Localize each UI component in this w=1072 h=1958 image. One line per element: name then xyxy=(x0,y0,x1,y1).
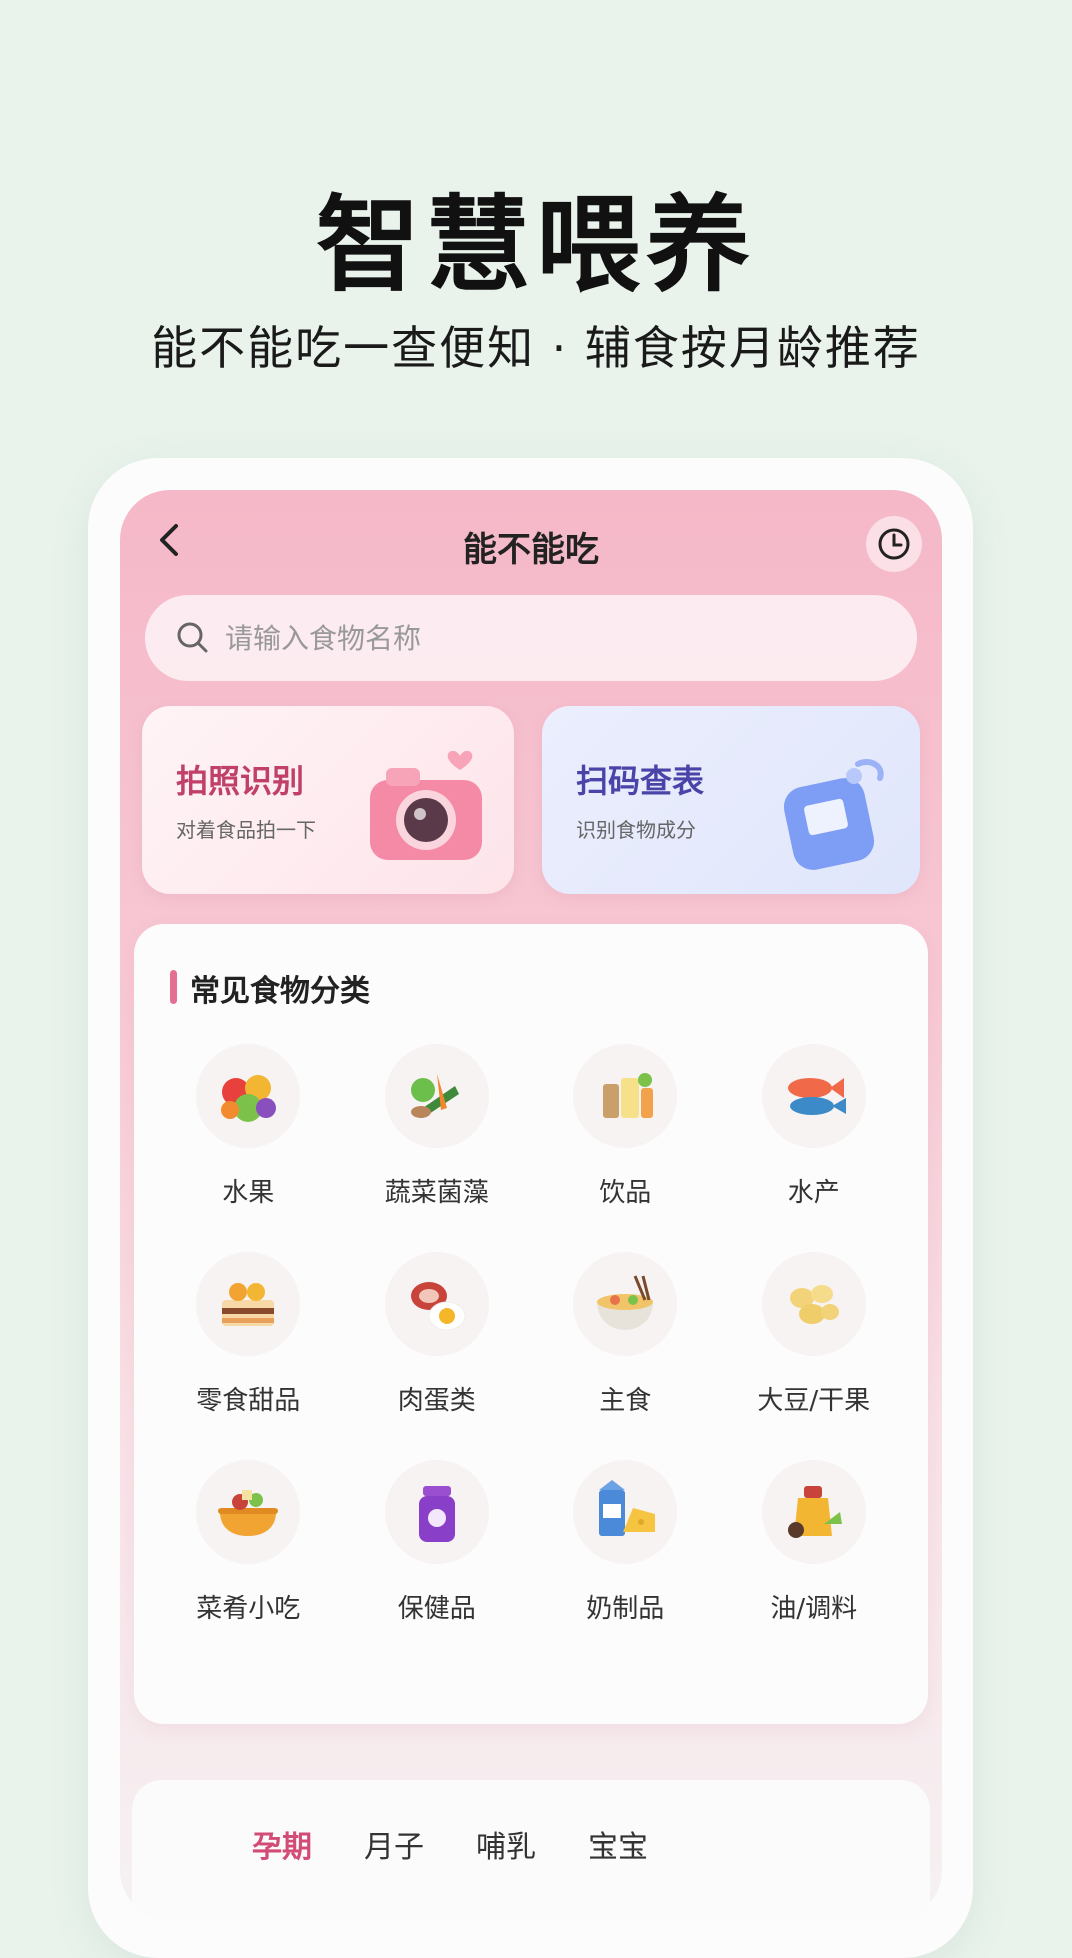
category-dairy[interactable]: 奶制品 xyxy=(531,1460,720,1624)
clock-icon xyxy=(878,528,910,560)
meat-egg-icon xyxy=(410,1282,466,1331)
category-supplements[interactable]: 保健品 xyxy=(343,1460,532,1624)
milk-cheese-icon xyxy=(599,1480,656,1536)
stage-tabs: 孕期 月子 哺乳 宝宝 xyxy=(132,1780,930,1920)
camera-icon xyxy=(370,750,482,860)
category-staple[interactable]: 主食 xyxy=(531,1252,720,1416)
category-label: 水果 xyxy=(222,1178,275,1208)
search-icon xyxy=(177,622,208,653)
category-beans-nuts[interactable]: 大豆/干果 xyxy=(720,1252,909,1416)
photo-card-subtitle: 对着食品拍一下 xyxy=(176,818,316,842)
tab-baby[interactable]: 宝宝 xyxy=(588,1822,648,1866)
tab-pregnancy[interactable]: 孕期 xyxy=(252,1822,312,1866)
category-label: 饮品 xyxy=(599,1178,652,1208)
cake-icon xyxy=(222,1283,275,1326)
category-oil-seasoning[interactable]: 油/调料 xyxy=(720,1460,909,1624)
category-label: 菜肴小吃 xyxy=(196,1594,301,1624)
hotpot-icon xyxy=(218,1490,279,1536)
category-label: 保健品 xyxy=(397,1594,476,1624)
navbar: 能不能吃 xyxy=(120,490,942,590)
noodle-bowl-icon xyxy=(597,1275,654,1330)
vegetable-icon xyxy=(410,1074,459,1118)
category-label: 油/调料 xyxy=(770,1594,858,1624)
category-seafood[interactable]: 水产 xyxy=(720,1044,909,1208)
app-screen: 能不能吃 拍照识别 对着食品拍一下 扫码查表 识别食物成分 xyxy=(120,490,942,1920)
photo-card-title: 拍照识别 xyxy=(176,762,305,800)
scan-lookup-card[interactable]: 扫码查表 识别食物成分 xyxy=(542,706,920,894)
nuts-icon xyxy=(789,1285,839,1324)
drink-icon xyxy=(603,1073,654,1118)
section-title: 常见食物分类 xyxy=(190,974,370,1009)
fish-icon xyxy=(787,1078,846,1115)
fruit-icon xyxy=(221,1075,277,1122)
category-label: 奶制品 xyxy=(586,1594,665,1624)
category-grid: 水果 蔬菜菌藻 饮品 水产 零食甜品 肉蛋类 主食 大豆/干果 菜肴小吃 保健品… xyxy=(154,1044,909,1624)
category-fruit[interactable]: 水果 xyxy=(154,1044,343,1208)
tab-postpartum[interactable]: 月子 xyxy=(364,1822,424,1866)
category-label: 零食甜品 xyxy=(196,1386,301,1416)
promo-subheadline: 能不能吃一查便知 · 辅食按月龄推荐 xyxy=(151,321,921,375)
category-label: 水产 xyxy=(787,1178,840,1208)
promo-headline: 智慧喂养 xyxy=(315,184,756,306)
history-button[interactable] xyxy=(866,516,922,572)
search-bar[interactable] xyxy=(145,595,917,681)
category-dishes-snacks[interactable]: 菜肴小吃 xyxy=(154,1460,343,1624)
scanner-icon xyxy=(783,758,884,870)
section-accent-bar xyxy=(170,970,177,1004)
category-label: 蔬菜菌藻 xyxy=(384,1178,489,1208)
scan-card-title: 扫码查表 xyxy=(576,762,705,800)
category-snacks-desserts[interactable]: 零食甜品 xyxy=(154,1252,343,1416)
tab-breastfeeding[interactable]: 哺乳 xyxy=(476,1822,536,1866)
supplement-icon xyxy=(418,1486,455,1542)
seasoning-icon xyxy=(787,1486,842,1538)
page-title: 能不能吃 xyxy=(463,530,599,570)
scan-card-subtitle: 识别食物成分 xyxy=(576,818,696,842)
food-categories-panel: 常见食物分类 水果 蔬菜菌藻 饮品 水产 零食甜品 肉蛋类 主食 大豆/干果 菜… xyxy=(134,924,928,1724)
photo-recognition-card[interactable]: 拍照识别 对着食品拍一下 xyxy=(142,706,514,894)
category-vegetable[interactable]: 蔬菜菌藻 xyxy=(343,1044,532,1208)
category-meat-egg[interactable]: 肉蛋类 xyxy=(343,1252,532,1416)
category-label: 大豆/干果 xyxy=(757,1386,871,1416)
search-input[interactable] xyxy=(223,620,827,656)
category-drinks[interactable]: 饮品 xyxy=(531,1044,720,1208)
category-label: 肉蛋类 xyxy=(397,1386,476,1416)
category-label: 主食 xyxy=(599,1386,652,1416)
